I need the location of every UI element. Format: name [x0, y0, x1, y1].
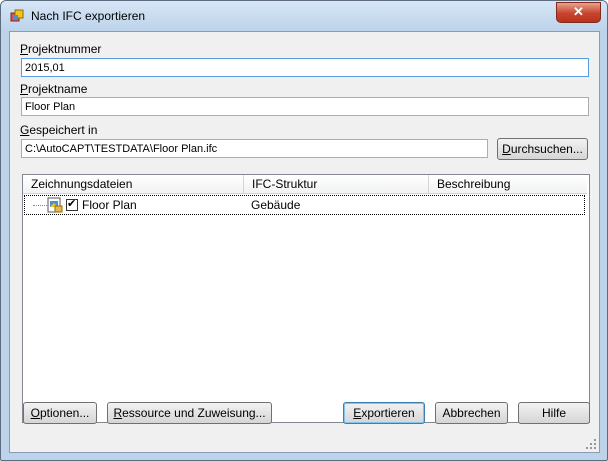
drawing-file-name: Floor Plan — [82, 198, 137, 212]
dialog-body: Projektnummer 2015,01 Projektname Floor … — [9, 31, 600, 453]
column-header-drawing-files[interactable]: Zeichnungsdateien — [23, 175, 244, 193]
project-number-label: Projektnummer — [20, 42, 102, 56]
drawing-file-icon — [47, 197, 63, 213]
ifc-app-icon — [10, 9, 24, 22]
resize-grip-icon[interactable] — [585, 438, 597, 450]
title-bar[interactable]: Nach IFC exportieren ✕ — [1, 1, 607, 31]
row-checkbox[interactable]: ✔ — [66, 198, 78, 211]
help-button[interactable]: Hilfe — [518, 402, 590, 424]
column-header-ifc-structure[interactable]: IFC-Struktur — [244, 175, 429, 193]
column-header-description[interactable]: Beschreibung — [429, 175, 587, 193]
table-row[interactable]: ✔ Floor Plan Gebäude — [24, 195, 585, 215]
drawing-files-list[interactable]: Zeichnungsdateien IFC-Struktur Beschreib… — [22, 174, 590, 423]
project-name-input[interactable]: Floor Plan — [21, 97, 589, 116]
saved-in-label: Gespeichert in — [20, 123, 98, 137]
save-path-input[interactable]: C:\AutoCAPT\TESTDATA\Floor Plan.ifc — [21, 139, 488, 158]
close-button[interactable]: ✕ — [556, 2, 601, 23]
browse-button[interactable]: Durchsuchen... — [497, 138, 588, 160]
export-button[interactable]: Exportieren — [343, 402, 425, 424]
project-name-label: Projektname — [20, 82, 88, 96]
cancel-button[interactable]: Abbrechen — [435, 402, 508, 424]
window-title: Nach IFC exportieren — [31, 9, 146, 23]
resource-assignment-button[interactable]: Ressource und Zuweisung... — [107, 402, 272, 424]
tree-connector — [33, 205, 47, 206]
check-mark-icon: ✔ — [67, 198, 77, 210]
project-number-input[interactable]: 2015,01 — [21, 58, 589, 77]
options-button[interactable]: Optionen... — [23, 402, 97, 424]
ifc-structure-value: Gebäude — [251, 198, 301, 212]
list-header: Zeichnungsdateien IFC-Struktur Beschreib… — [23, 175, 587, 194]
dialog-window: Nach IFC exportieren ✕ Projektnummer 201… — [0, 0, 608, 461]
